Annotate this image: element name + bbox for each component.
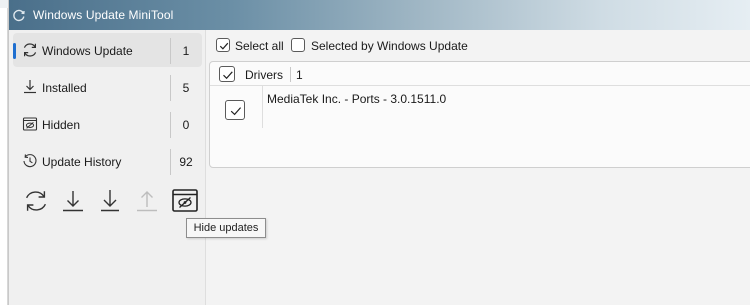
sidebar-item-label: Update History	[42, 155, 122, 169]
titlebar[interactable]: Windows Update MiniTool	[9, 0, 750, 30]
sidebar-item-windows-update[interactable]: Windows Update 1	[13, 33, 202, 67]
download-icon	[24, 80, 36, 94]
action-toolbar	[17, 184, 202, 218]
divider	[262, 86, 263, 128]
update-group-drivers: Drivers 1 MediaTek Inc. - Ports - 3.0.15…	[209, 61, 750, 168]
sidebar-item-count: 1	[182, 44, 190, 58]
checkmark-icon	[223, 71, 233, 80]
sidebar-item-label: Installed	[42, 81, 87, 95]
history-icon	[23, 154, 37, 168]
sidebar-item-count: 0	[182, 118, 190, 132]
checkmark-icon	[219, 42, 229, 50]
check-updates-icon	[25, 191, 47, 211]
upload-icon	[137, 191, 157, 212]
group-checkbox[interactable]	[219, 66, 235, 82]
sidebar-item-label: Hidden	[42, 118, 81, 132]
selected-by-wu-checkbox[interactable]	[291, 38, 305, 52]
select-all-checkbox[interactable]	[216, 38, 230, 52]
checkmark-icon	[230, 107, 242, 116]
app-logo-icon	[13, 9, 25, 22]
sidebar-item-hidden[interactable]: Hidden 0	[13, 107, 202, 141]
sidebar-item-count: 92	[179, 155, 193, 169]
download-button[interactable]	[58, 184, 88, 218]
selected-by-wu-label: Selected by Windows Update	[311, 39, 468, 53]
sidebar-item-label: Windows Update	[42, 44, 133, 58]
sidebar-item-installed[interactable]: Installed 5	[13, 70, 202, 104]
select-all-label: Select all	[235, 39, 284, 53]
upload-button[interactable]	[132, 184, 162, 218]
hidden-eye-icon	[22, 117, 38, 131]
window-title: Windows Update MiniTool	[33, 8, 174, 22]
check-updates-button[interactable]	[21, 184, 51, 218]
hide-updates-icon	[172, 189, 198, 212]
group-header[interactable]: Drivers 1	[210, 62, 750, 86]
selection-bar: Select all Selected by Windows Update	[206, 37, 750, 55]
sidebar: Windows Update 1 Installed 5 Hidden 0 Up…	[9, 30, 206, 305]
background-app-strip	[0, 8, 8, 305]
selection-indicator	[13, 43, 16, 59]
divider	[290, 67, 291, 82]
install-icon	[101, 190, 119, 212]
install-button[interactable]	[95, 184, 125, 218]
sidebar-item-update-history[interactable]: Update History 92	[13, 144, 202, 178]
download-icon	[63, 191, 83, 212]
hide-updates-button[interactable]	[169, 184, 199, 218]
refresh-icon	[23, 43, 37, 57]
group-count: 1	[296, 68, 303, 82]
updates-panel: Select all Selected by Windows Update Dr…	[206, 30, 750, 305]
tooltip: Hide updates	[186, 218, 266, 238]
update-checkbox[interactable]	[225, 100, 245, 120]
app-window: Windows Update MiniTool Windows Update 1…	[8, 0, 750, 305]
update-name: MediaTek Inc. - Ports - 3.0.1511.0	[267, 92, 447, 106]
sidebar-item-count: 5	[182, 81, 190, 95]
group-name: Drivers	[245, 68, 283, 82]
update-row[interactable]: MediaTek Inc. - Ports - 3.0.1511.0	[210, 86, 750, 168]
